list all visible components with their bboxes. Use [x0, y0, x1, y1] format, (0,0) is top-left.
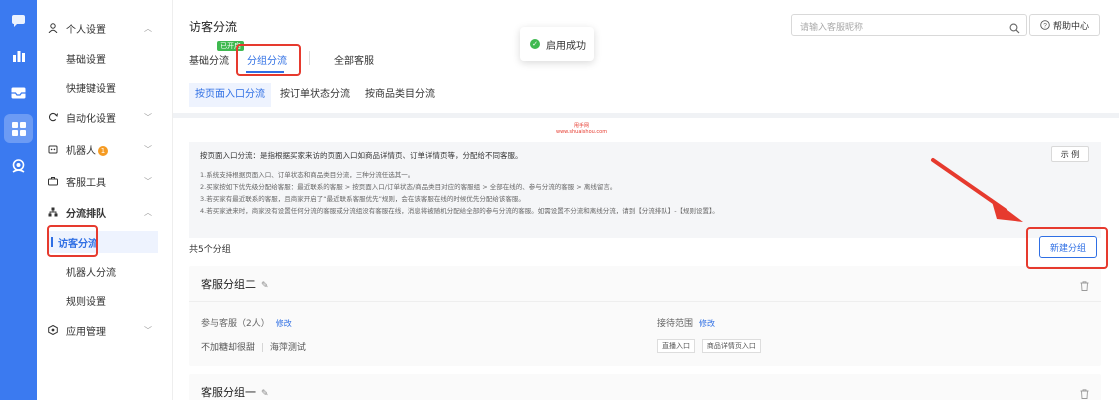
- annotation-arrow: [931, 158, 1023, 222]
- tab-basic-routing[interactable]: 基础分流: [189, 52, 229, 67]
- sidebar-item-label: 应用管理: [66, 326, 106, 338]
- watermark-name: 甩手网: [574, 123, 590, 129]
- robot-label: 机器人: [66, 145, 96, 157]
- highlight-box-new-group: [1026, 227, 1108, 269]
- group-name: 客服分组一: [201, 386, 256, 399]
- sidebar-item-label: 机器人 1: [66, 142, 108, 157]
- notification-badge: 1: [98, 145, 108, 156]
- sidebar-item-label: 个人设置: [66, 24, 106, 36]
- svg-text:?: ?: [1043, 22, 1047, 29]
- tab-all-agents[interactable]: 全部客服: [334, 52, 374, 67]
- member-separator: |: [260, 343, 264, 353]
- sidebar-item-personal-settings[interactable]: 个人设置 ︿: [37, 16, 173, 40]
- sidebar-item-automation[interactable]: 自动化设置 ﹀: [37, 105, 173, 129]
- sidebar-item-service-tools[interactable]: 客服工具 ﹀: [37, 169, 173, 193]
- highlight-box-sidebar: [47, 225, 98, 257]
- group-name: 客服分组二: [201, 278, 256, 291]
- agent-search-box: [791, 14, 1027, 38]
- chevron-down-icon: ﹀: [144, 144, 152, 154]
- settings-sidebar: 个人设置 ︿ 基础设置 快捷键设置 自动化设置 ﹀ 机器人 1 ﹀ 客服工具 ﹀ …: [37, 0, 173, 400]
- trash-icon[interactable]: [1080, 276, 1089, 295]
- trash-icon[interactable]: [1080, 384, 1089, 400]
- sidebar-item-routing-queue[interactable]: 分流排队 ︿: [37, 200, 173, 224]
- notice-line: 2.买家按如下优先级分配给客服：最近联系的客服 > 按页面入口/订单状态/商品类…: [200, 183, 617, 191]
- highlight-box-tab: [236, 44, 301, 76]
- subtab-by-page-entry[interactable]: 按页面入口分流: [189, 83, 271, 107]
- service-icon[interactable]: [4, 151, 33, 180]
- scope-label: 接待范围: [657, 319, 694, 329]
- member-list: 不加糖却很甜 | 海萍测试: [201, 340, 306, 353]
- edit-scope-link[interactable]: 修改: [699, 319, 715, 328]
- toast-message: 启用成功: [546, 40, 586, 52]
- group-card: 客服分组一 ✎: [189, 374, 1101, 400]
- apps-grid-icon[interactable]: [4, 114, 33, 143]
- sidebar-item-label: 规则设置: [66, 296, 106, 308]
- example-button[interactable]: 示 例: [1051, 146, 1089, 162]
- member-name: 海萍测试: [269, 343, 306, 353]
- edit-members-link[interactable]: 修改: [276, 319, 292, 328]
- scope-field: 接待范围 修改: [657, 316, 715, 329]
- sidebar-item-label: 分流排队: [66, 208, 106, 220]
- edit-icon[interactable]: ✎: [261, 281, 269, 291]
- watermark: 甩手网 www.shuaishou.com: [556, 122, 607, 135]
- chevron-up-icon: ︿: [144, 207, 152, 217]
- chat-icon[interactable]: [4, 7, 33, 36]
- robot-icon: [47, 144, 58, 155]
- group-count: 共5个分组: [189, 245, 231, 255]
- sidebar-item-shortcut-settings[interactable]: 快捷键设置: [37, 76, 173, 98]
- hierarchy-icon: [47, 207, 58, 218]
- chevron-down-icon: ﹀: [144, 325, 152, 335]
- scope-chip: 直播入口: [657, 339, 695, 353]
- sidebar-item-basic-settings[interactable]: 基础设置: [37, 47, 173, 69]
- app-icon: [47, 325, 58, 336]
- notice-heading: 按页面入口分流：是指根据买家来访的页面入口如商品详情页、订单详情页等，分配给不同…: [200, 151, 523, 160]
- scope-chip: 商品详情页入口: [701, 339, 761, 353]
- watermark-url: www.shuaishou.com: [556, 129, 608, 135]
- stats-icon[interactable]: [4, 41, 33, 70]
- chevron-down-icon: ﹀: [144, 112, 152, 122]
- user-icon: [47, 23, 58, 34]
- sidebar-item-label: 机器人分流: [66, 267, 116, 279]
- sidebar-item-label: 客服工具: [66, 177, 106, 189]
- sidebar-item-label: 快捷键设置: [66, 83, 116, 95]
- sidebar-item-app-management[interactable]: 应用管理 ﹀: [37, 318, 173, 342]
- subtab-by-category[interactable]: 按商品类目分流: [359, 83, 441, 107]
- sidebar-item-label: 自动化设置: [66, 113, 116, 125]
- sidebar-item-rule-settings[interactable]: 规则设置: [37, 289, 173, 311]
- help-icon: ?: [1040, 20, 1050, 30]
- app-icon-bar: [0, 0, 37, 400]
- notice-line: 4.若买家进来时，商家没有设置任何分流的客服或分流组没有客服在线，消息将被随机分…: [200, 207, 719, 215]
- search-input[interactable]: [800, 17, 1000, 37]
- page-title: 访客分流: [189, 20, 238, 34]
- sidebar-item-robot-routing[interactable]: 机器人分流: [37, 260, 173, 282]
- card-divider: [189, 301, 1101, 302]
- sync-icon: [47, 112, 58, 123]
- inbox-icon[interactable]: [4, 78, 33, 107]
- group-card: 客服分组二 ✎ 参与客服（2人） 修改 接待范围 修改 不加糖却很甜 | 海萍测试 直…: [189, 266, 1101, 366]
- notice-line: 1.系统支持根据页面入口、订单状态和商品类目分流，三种分流任选其一。: [200, 171, 415, 179]
- group-card-header: 客服分组一 ✎: [201, 384, 269, 400]
- help-center-button[interactable]: ? 帮助中心: [1029, 14, 1100, 36]
- search-icon[interactable]: [1009, 19, 1020, 38]
- notice-line: 3.若买家有最近联系的客服，且商家开启了“最近联系客服优先”规则，会在该客服在线…: [200, 195, 525, 203]
- subtab-by-order-status[interactable]: 按订单状态分流: [274, 83, 356, 107]
- chevron-down-icon: ﹀: [144, 176, 152, 186]
- members-label: 参与客服（2人）: [201, 319, 270, 329]
- member-name: 不加糖却很甜: [201, 343, 256, 353]
- sidebar-item-robot[interactable]: 机器人 1 ﹀: [37, 137, 173, 161]
- success-toast: ✓ 启用成功: [520, 27, 594, 61]
- help-center-label: 帮助中心: [1052, 21, 1089, 32]
- tab-divider: [309, 51, 310, 65]
- members-field: 参与客服（2人） 修改: [201, 316, 292, 329]
- sidebar-item-label: 基础设置: [66, 54, 106, 66]
- edit-icon[interactable]: ✎: [261, 389, 269, 399]
- scope-list: 直播入口 商品详情页入口: [657, 339, 765, 353]
- toolbox-icon: [47, 176, 58, 187]
- check-circle-icon: ✓: [530, 39, 540, 49]
- page-header: 访客分流 基础分流 已开启 分组分流 全部客服 按页面入口分流 按订单状态分流 …: [173, 0, 1119, 113]
- group-card-header: 客服分组二 ✎: [201, 276, 269, 292]
- chevron-up-icon: ︿: [144, 23, 152, 33]
